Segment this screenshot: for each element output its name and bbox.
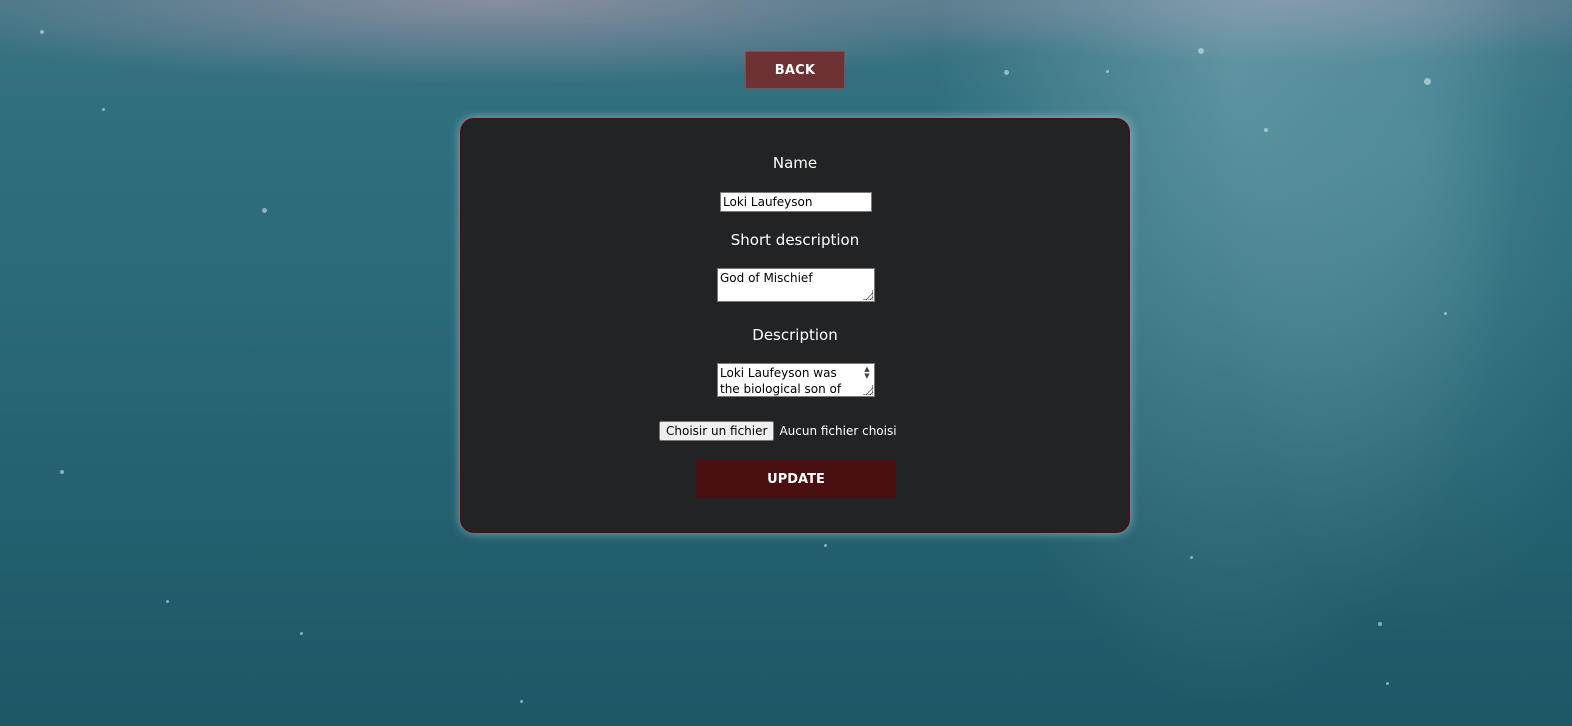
short-description-text: God of Mischief [720, 271, 813, 285]
bubble-speck [300, 632, 303, 635]
bubble-speck [1198, 48, 1204, 54]
bubble-speck [1106, 70, 1109, 73]
bubble-speck [1444, 312, 1447, 315]
description-text: Loki Laufeyson was the biological son of… [720, 366, 842, 396]
file-upload: Choisir un fichier Aucun fichier choisi [659, 421, 897, 441]
bubble-speck [40, 30, 44, 34]
bubble-speck [1424, 78, 1431, 85]
update-button[interactable]: UPDATE [696, 460, 896, 498]
choose-file-button[interactable]: Choisir un fichier [659, 421, 775, 441]
bubble-speck [60, 470, 64, 474]
bubble-speck [824, 544, 827, 547]
bubble-speck [1378, 622, 1382, 626]
bubble-speck [1264, 128, 1268, 132]
short-description-textarea[interactable]: God of Mischief [717, 268, 875, 302]
bubble-speck [262, 208, 267, 213]
resize-grip-icon[interactable] [863, 290, 873, 300]
bubble-speck [1386, 682, 1389, 685]
back-button[interactable]: BACK [745, 51, 845, 89]
description-label: Description [752, 326, 838, 344]
name-label: Name [772, 154, 818, 172]
bubble-speck [520, 700, 523, 703]
bubble-speck [102, 108, 105, 111]
edit-character-card: Name Short description God of Mischief D… [460, 118, 1130, 533]
bubble-speck [1004, 70, 1009, 75]
name-input[interactable] [720, 192, 872, 212]
resize-grip-icon[interactable] [863, 385, 873, 395]
description-textarea[interactable]: Loki Laufeyson was the biological son of… [717, 363, 875, 397]
short-description-label: Short description [730, 231, 860, 249]
bubble-speck [1190, 556, 1193, 559]
file-status-text: Aucun fichier choisi [779, 424, 897, 438]
scroll-arrows-icon[interactable]: ▲ ▼ [861, 366, 873, 380]
bubble-speck [166, 600, 169, 603]
